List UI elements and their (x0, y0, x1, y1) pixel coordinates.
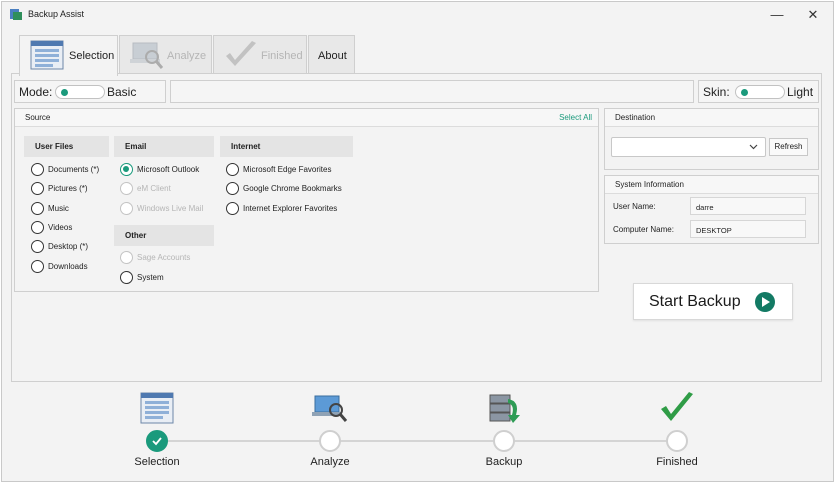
skin-control: Skin: Light (698, 80, 819, 103)
skin-toggle[interactable] (735, 85, 785, 99)
server-backup-icon (489, 394, 520, 423)
magnifier-laptop-icon (130, 42, 164, 69)
step-selection-label: Selection (134, 456, 180, 468)
step-selection-marker (146, 430, 168, 452)
source-title: Source (25, 113, 51, 122)
status-bar-field (170, 80, 694, 103)
computer-name-label: Computer Name: (613, 225, 674, 234)
tab-analyze-label: Analyze (167, 50, 207, 62)
internet-header: Internet (220, 136, 353, 157)
window-title: Backup Assist (28, 9, 85, 19)
user-files-header: User Files (24, 136, 109, 157)
checkmark-icon (226, 41, 256, 66)
destination-title: Destination (615, 113, 656, 122)
tab-finished-label: Finished (261, 50, 303, 62)
skin-label: Skin: (703, 85, 730, 99)
skin-value: Light (787, 85, 814, 99)
step-analyze-marker (319, 430, 341, 452)
start-backup-label: Start Backup (649, 293, 741, 310)
start-backup-button[interactable]: Start Backup (633, 283, 793, 320)
step-backup-marker (493, 430, 515, 452)
chevron-down-icon (749, 144, 758, 150)
play-icon (755, 292, 775, 312)
step-analyze-label: Analyze (310, 456, 350, 468)
mode-toggle[interactable] (55, 85, 105, 99)
step-finished-marker (666, 430, 688, 452)
close-button[interactable]: ✕ (802, 5, 824, 25)
mode-value: Basic (107, 85, 137, 99)
email-header: Email (114, 136, 214, 157)
mode-label: Mode: (19, 85, 53, 99)
select-all-link[interactable]: Select All (559, 113, 592, 122)
step-finished-label: Finished (656, 456, 698, 468)
step-backup-label: Backup (485, 456, 523, 468)
computer-name-field: DESKTOP (690, 220, 806, 238)
check-icon (152, 437, 162, 446)
list-window-icon (30, 40, 64, 70)
other-header: Other (114, 225, 214, 246)
mode-control: Mode: Basic (14, 80, 166, 103)
list-window-icon (140, 392, 174, 424)
tab-finished[interactable]: Finished (213, 35, 307, 75)
app-icon (10, 9, 22, 20)
tab-about-label: About (318, 50, 347, 62)
destination-dropdown[interactable] (611, 137, 766, 157)
checkmark-icon (661, 392, 693, 421)
user-name-label: User Name: (613, 202, 656, 211)
title-bar: Backup Assist — ✕ (2, 2, 833, 28)
tab-selection[interactable]: Selection (19, 35, 118, 76)
refresh-button[interactable]: Refresh (769, 138, 808, 156)
system-info-title: System Information (615, 180, 684, 189)
magnifier-laptop-icon (312, 395, 348, 422)
tab-selection-label: Selection (69, 50, 115, 62)
tab-analyze[interactable]: Analyze (119, 35, 212, 75)
tab-about[interactable]: About (308, 35, 355, 75)
minimize-button[interactable]: — (766, 5, 788, 25)
user-name-field: darre (690, 197, 806, 215)
progress-track (157, 440, 678, 442)
